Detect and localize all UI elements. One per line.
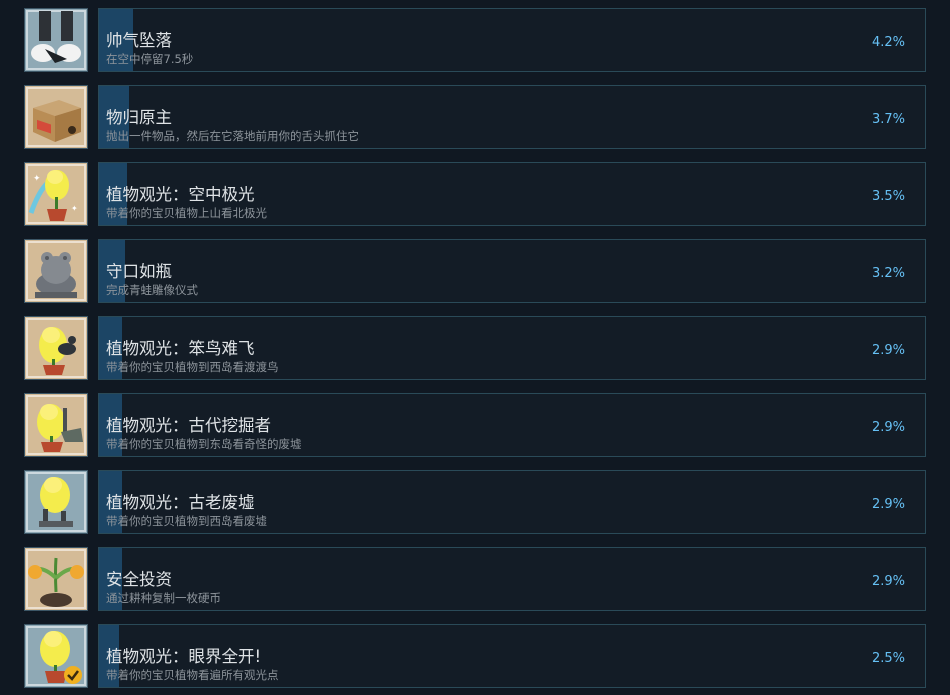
- achievement-title: 帅气坠落: [106, 31, 172, 50]
- achievement-description: 通过耕种复制一枚硬币: [106, 591, 221, 605]
- coin-plant-icon: [26, 549, 86, 609]
- achievement-title: 植物观光：空中极光: [106, 185, 255, 204]
- plant-ruins-icon: [26, 472, 86, 532]
- falling-legs-icon: [26, 10, 86, 70]
- achievement-list: 帅气坠落 在空中停留7.5秒 4.2% 物归原主 抛出一件物品，然后在它落地前用…: [0, 0, 950, 695]
- achievement-progress-bar: 植物观光：空中极光 带着你的宝贝植物上山看北极光 3.5%: [98, 162, 926, 226]
- achievement-description: 带着你的宝贝植物到西岛看废墟: [106, 514, 267, 528]
- achievement-row[interactable]: 安全投资 通过耕种复制一枚硬币 2.9%: [0, 547, 950, 613]
- achievement-title: 植物观光：古老废墟: [106, 493, 255, 512]
- achievement-icon-frame: [24, 85, 88, 149]
- achievement-description: 带着你的宝贝植物上山看北极光: [106, 206, 267, 220]
- achievement-progress-bar: 植物观光：古代挖掘者 带着你的宝贝植物到东岛看奇怪的废墟 2.9%: [98, 393, 926, 457]
- achievement-icon-frame: [24, 624, 88, 688]
- achievement-percent: 2.9%: [871, 497, 905, 512]
- achievement-title: 安全投资: [106, 570, 172, 589]
- achievement-description: 带着你的宝贝植物到东岛看奇怪的废墟: [106, 437, 302, 451]
- achievement-progress-bar: 安全投资 通过耕种复制一枚硬币 2.9%: [98, 547, 926, 611]
- achievement-progress-bar: 帅气坠落 在空中停留7.5秒 4.2%: [98, 8, 926, 72]
- achievement-row[interactable]: ✦ ✦ 植物观光：空中极光 带着你的宝贝植物上山看北极光 3.5%: [0, 162, 950, 228]
- achievement-row[interactable]: 物归原主 抛出一件物品，然后在它落地前用你的舌头抓住它 3.7%: [0, 85, 950, 151]
- achievement-progress-bar: 植物观光：笨鸟难飞 带着你的宝贝植物到西岛看渡渡鸟 2.9%: [98, 316, 926, 380]
- achievement-row[interactable]: 植物观光：古代挖掘者 带着你的宝贝植物到东岛看奇怪的废墟 2.9%: [0, 393, 950, 459]
- achievement-progress-bar: 植物观光：古老废墟 带着你的宝贝植物到西岛看废墟 2.9%: [98, 470, 926, 534]
- achievement-description: 带着你的宝贝植物到西岛看渡渡鸟: [106, 360, 279, 374]
- achievement-icon-frame: [24, 8, 88, 72]
- achievement-icon-frame: [24, 239, 88, 303]
- plant-checkmark-icon: [26, 626, 86, 686]
- achievement-percent: 3.5%: [871, 189, 905, 204]
- achievement-percent: 4.2%: [871, 35, 905, 50]
- plant-aurora-icon: ✦ ✦: [26, 164, 86, 224]
- achievement-title: 植物观光：古代挖掘者: [106, 416, 271, 435]
- svg-text:✦: ✦: [33, 174, 41, 184]
- plant-ancient-digger-icon: [26, 395, 86, 455]
- achievement-title: 植物观光：笨鸟难飞: [106, 339, 255, 358]
- achievement-percent: 2.5%: [871, 651, 905, 666]
- achievement-percent: 3.2%: [871, 266, 905, 281]
- achievement-title: 植物观光：眼界全开!: [106, 647, 262, 666]
- plant-dodo-icon: [26, 318, 86, 378]
- achievement-icon-frame: [24, 547, 88, 611]
- achievement-row[interactable]: 守口如瓶 完成青蛙雕像仪式 3.2%: [0, 239, 950, 305]
- achievement-percent: 2.9%: [871, 343, 905, 358]
- achievement-description: 抛出一件物品，然后在它落地前用你的舌头抓住它: [106, 129, 359, 143]
- svg-text:✦: ✦: [71, 204, 78, 213]
- achievement-title: 物归原主: [106, 108, 172, 127]
- achievement-icon-frame: [24, 470, 88, 534]
- achievement-icon-frame: [24, 316, 88, 380]
- achievement-description: 完成青蛙雕像仪式: [106, 283, 198, 297]
- achievement-description: 带着你的宝贝植物看遍所有观光点: [106, 668, 279, 682]
- achievement-description: 在空中停留7.5秒: [106, 52, 194, 66]
- frog-statue-icon: [26, 241, 86, 301]
- achievement-icon-frame: ✦ ✦: [24, 162, 88, 226]
- cardboard-box-icon: [26, 87, 86, 147]
- achievement-percent: 2.9%: [871, 420, 905, 435]
- achievement-title: 守口如瓶: [106, 262, 172, 281]
- achievement-progress-bar: 物归原主 抛出一件物品，然后在它落地前用你的舌头抓住它 3.7%: [98, 85, 926, 149]
- achievement-progress-bar: 植物观光：眼界全开! 带着你的宝贝植物看遍所有观光点 2.5%: [98, 624, 926, 688]
- achievement-progress-bar: 守口如瓶 完成青蛙雕像仪式 3.2%: [98, 239, 926, 303]
- achievement-row[interactable]: 帅气坠落 在空中停留7.5秒 4.2%: [0, 8, 950, 74]
- achievement-percent: 2.9%: [871, 574, 905, 589]
- achievement-percent: 3.7%: [871, 112, 905, 127]
- achievement-row[interactable]: 植物观光：眼界全开! 带着你的宝贝植物看遍所有观光点 2.5%: [0, 624, 950, 690]
- achievement-row[interactable]: 植物观光：古老废墟 带着你的宝贝植物到西岛看废墟 2.9%: [0, 470, 950, 536]
- achievement-row[interactable]: 植物观光：笨鸟难飞 带着你的宝贝植物到西岛看渡渡鸟 2.9%: [0, 316, 950, 382]
- achievement-icon-frame: [24, 393, 88, 457]
